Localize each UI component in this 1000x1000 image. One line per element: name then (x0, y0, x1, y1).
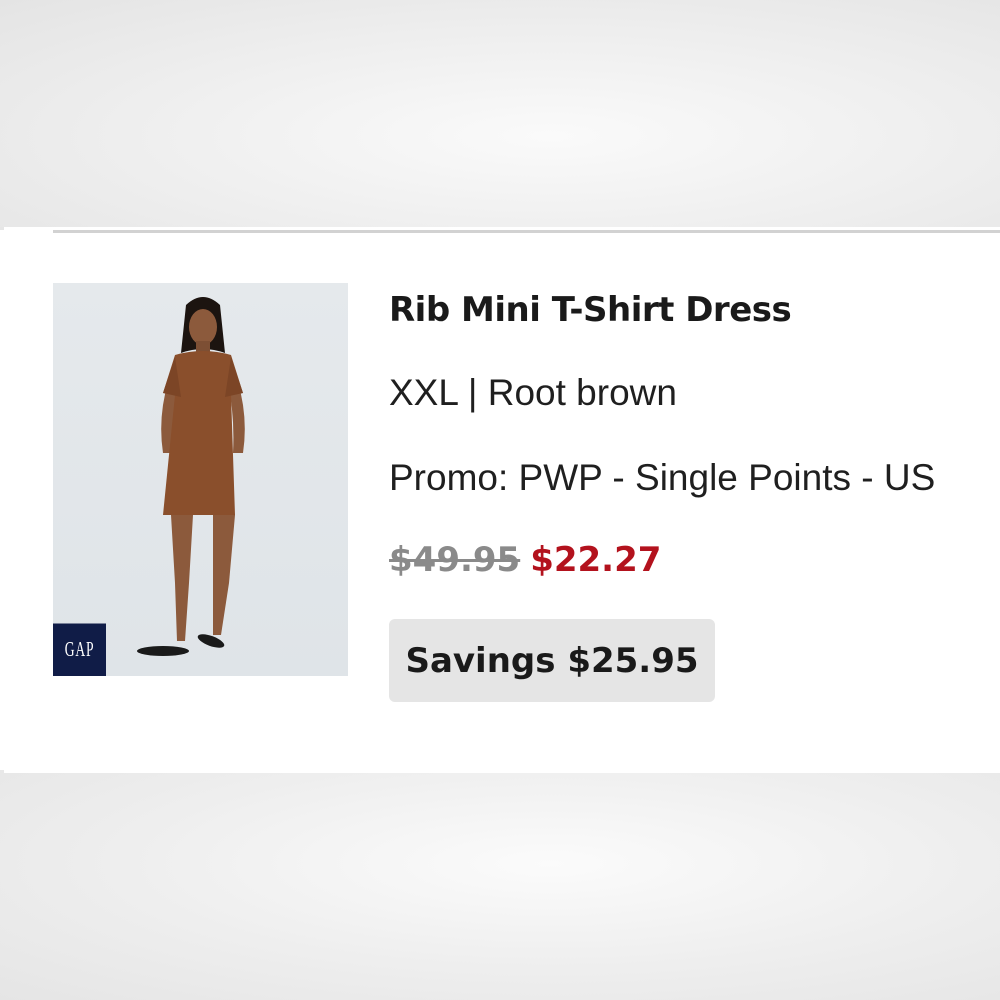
product-photo-dress-icon (137, 297, 245, 656)
price-row: $49.95 $22.27 (389, 540, 661, 580)
savings-badge: Savings $25.95 (389, 619, 715, 702)
blurred-background-bottom (0, 773, 1000, 1000)
original-price: $49.95 (389, 540, 521, 580)
divider (53, 230, 1000, 233)
sale-price: $22.27 (530, 540, 662, 580)
brand-logo-text: GAP (64, 637, 95, 661)
gap-logo: GAP (53, 623, 106, 676)
cart-item-card: GAP Rib Mini T-Shirt Dress XXL | Root br… (4, 227, 1000, 773)
promo-label: Promo: PWP - Single Points - US (389, 457, 936, 498)
product-variant: XXL | Root brown (389, 372, 677, 413)
product-image[interactable]: GAP (53, 283, 348, 676)
blurred-background-top (0, 0, 1000, 227)
product-title[interactable]: Rib Mini T-Shirt Dress (389, 290, 792, 330)
